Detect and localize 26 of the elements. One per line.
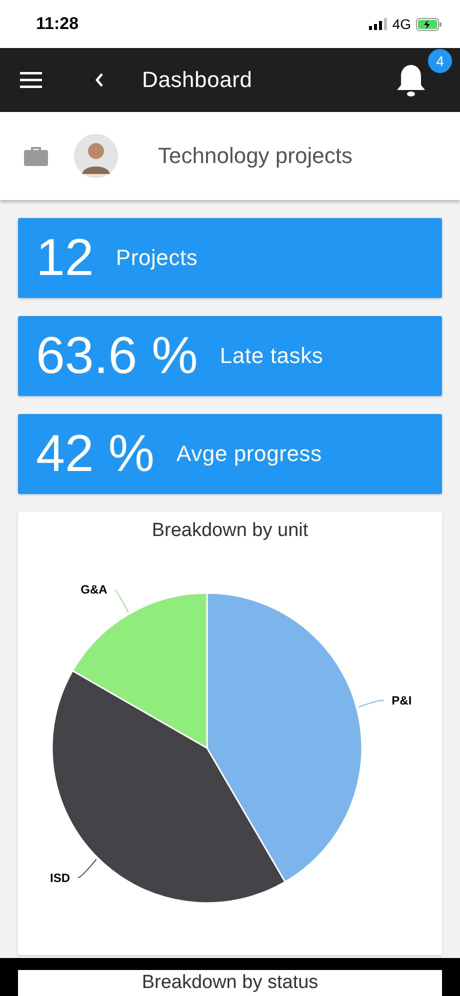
leader-line [358,700,384,708]
avatar [74,134,118,178]
slice-label: G&A [80,582,108,597]
project-title: Technology projects [158,143,352,169]
stat-label: Avge progress [176,441,322,467]
stat-value: 42 % [36,424,155,484]
notifications-button[interactable] [396,63,426,97]
leader-line [114,589,129,613]
network-type: 4G [392,16,411,32]
battery-icon [416,18,442,30]
page-title: Dashboard [142,67,254,93]
stat-label: Projects [116,245,198,271]
back-button[interactable] [94,72,104,88]
notification-badge: 4 [428,49,452,73]
briefcase-icon [24,146,48,166]
leader-line [78,858,97,878]
slice-label: P&I [392,693,412,708]
menu-button[interactable] [20,72,42,88]
stat-value: 12 [36,228,94,288]
slice-label: ISD [50,870,70,885]
stat-value: 63.6 % [36,326,198,386]
signal-icon [369,18,388,30]
stat-label: Late tasks [220,343,324,369]
clock-time: 11:28 [36,14,79,34]
chart-title: Breakdown by unit [152,520,308,542]
chart-title: Breakdown by status [142,972,318,994]
